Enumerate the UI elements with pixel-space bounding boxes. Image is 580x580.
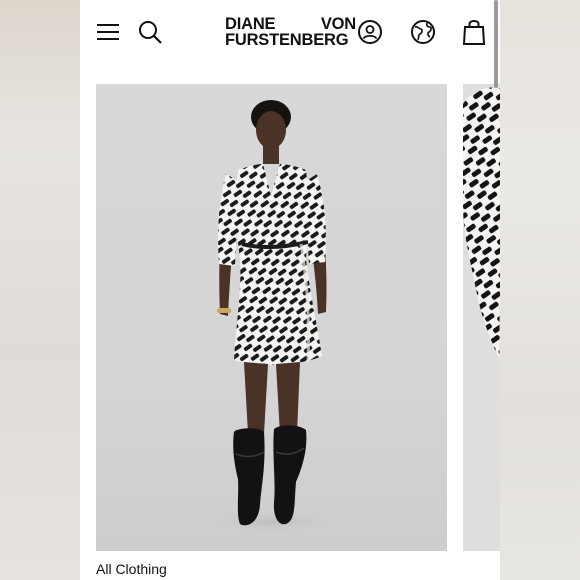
scrollbar[interactable] [494,0,498,88]
brand-logo-word-diane: DIANE [225,15,276,33]
brand-logo[interactable]: DIANE VON FURSTENBERG [225,16,357,50]
blurred-left-backdrop [0,0,80,580]
shopping-bag-icon[interactable] [462,18,486,46]
blurred-right-backdrop [500,0,580,580]
app-screen: DIANE VON FURSTENBERG All Clothing [80,0,500,580]
site-header: DIANE VON FURSTENBERG [80,0,500,66]
model-in-wrap-dress-photo [202,100,342,534]
globe-icon[interactable] [410,19,436,45]
product-image-card[interactable] [96,84,447,551]
next-product-photo-partial [463,87,500,359]
brand-logo-word-furstenberg: FURSTENBERG [225,31,349,49]
category-caption[interactable]: All Clothing [96,561,167,577]
search-icon[interactable] [138,20,162,44]
account-icon[interactable] [357,19,383,45]
next-product-image-card[interactable] [463,84,500,551]
brand-logo-word-von: VON [320,15,356,33]
menu-icon[interactable] [96,21,120,43]
